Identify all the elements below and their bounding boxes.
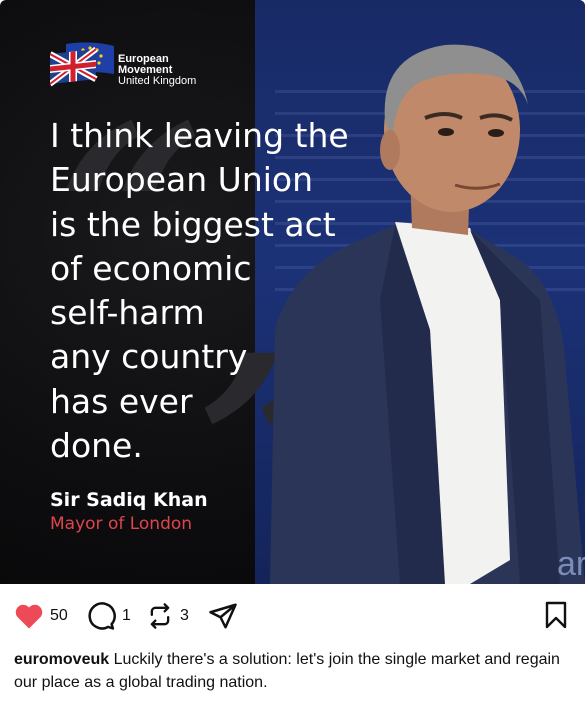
quote-line: of economic [50, 248, 252, 288]
like-count: 50 [50, 607, 68, 624]
quote-line: has ever [50, 381, 193, 421]
quote-line: any country [50, 337, 248, 377]
european-movement-logo: European Movement United Kingdom [50, 40, 196, 90]
share-action[interactable] [208, 596, 238, 636]
logo-line-uk: United Kingdom [118, 75, 197, 87]
quote-line: done. [50, 426, 143, 466]
caption-username[interactable]: euromoveuk [14, 651, 109, 668]
comment-action[interactable]: 1 [86, 596, 131, 636]
quote-text: I think leaving the European Union is th… [50, 114, 380, 468]
post-image[interactable]: “ ” European Movement United Kingdom I t… [0, 0, 585, 584]
attribution-name: Sir Sadiq Khan [50, 489, 208, 511]
repost-icon[interactable] [146, 602, 174, 630]
send-icon[interactable] [208, 601, 238, 631]
post-actions-bar: 50 1 3 [0, 596, 585, 636]
comment-icon[interactable] [86, 601, 116, 631]
heart-icon[interactable] [14, 602, 44, 630]
quote-line: is the biggest act [50, 204, 336, 244]
like-action[interactable]: 50 [14, 596, 68, 636]
attribution-role: Mayor of London [50, 514, 193, 534]
comment-count: 1 [122, 607, 131, 624]
quote-line: European Union [50, 160, 314, 200]
repost-count: 3 [180, 607, 189, 624]
repost-action[interactable]: 3 [146, 596, 189, 636]
quote-line: I think leaving the [50, 116, 349, 155]
quote-line: self-harm [50, 293, 205, 333]
bookmark-icon[interactable] [545, 601, 567, 629]
logo-text: European Movement United Kingdom [118, 54, 196, 87]
post-caption: euromoveuk Luckily there's a solution: l… [14, 648, 574, 694]
backdrop-corner-text: ar [557, 545, 585, 583]
uk-flag-icon [50, 42, 114, 87]
